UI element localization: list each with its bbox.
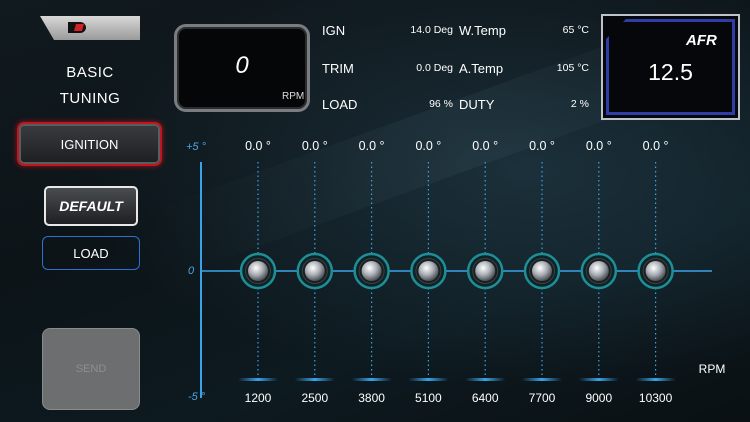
axis-zero-label: 0 [188,265,195,277]
rpm-breakpoint-label: 6400 [471,391,499,405]
rpm-breakpoint-label: 3800 [358,391,385,405]
offset-value: 0.0 ° [642,139,669,153]
offset-value: 0.0 ° [358,139,385,153]
axis-bottom-label: -5 ° [188,391,206,403]
offset-value: 0.0 ° [529,139,555,153]
slider-base [635,378,676,381]
slider-base [408,378,449,381]
rpm-breakpoint-label: 7700 [528,391,556,405]
offset-slider-knob[interactable] [637,252,674,290]
rpm-breakpoint-label: 10300 [638,391,673,405]
offset-value: 0.0 ° [585,139,612,153]
rpm-breakpoint-label: 9000 [585,391,613,405]
offset-slider-knob[interactable] [239,252,277,290]
offset-value: 0.0 ° [245,139,271,153]
rpm-breakpoint-label: 1200 [244,391,272,405]
offset-value: 0.0 ° [415,139,442,153]
ignition-offset-chart [200,162,712,398]
offset-value: 0.0 ° [472,139,499,153]
slider-base [294,378,335,381]
rpm-breakpoint-label: 2500 [301,391,329,405]
slider-base [578,378,619,381]
offset-slider-knob[interactable] [466,252,504,290]
rpm-breakpoint-label: 5100 [415,391,442,405]
slider-base [465,378,506,381]
offset-slider-knob[interactable] [353,252,390,290]
offset-slider-knob[interactable] [580,252,618,290]
offset-value: 0.0 ° [301,139,328,153]
slider-base [522,378,562,381]
slider-base [238,378,278,381]
offset-slider-knob[interactable] [296,252,334,290]
offset-slider-knob[interactable] [523,252,561,290]
axis-top-label: +5 ° [186,141,206,153]
rpm-axis-label: RPM [698,362,726,376]
offset-slider-knob[interactable] [410,252,447,290]
slider-base [351,378,392,381]
